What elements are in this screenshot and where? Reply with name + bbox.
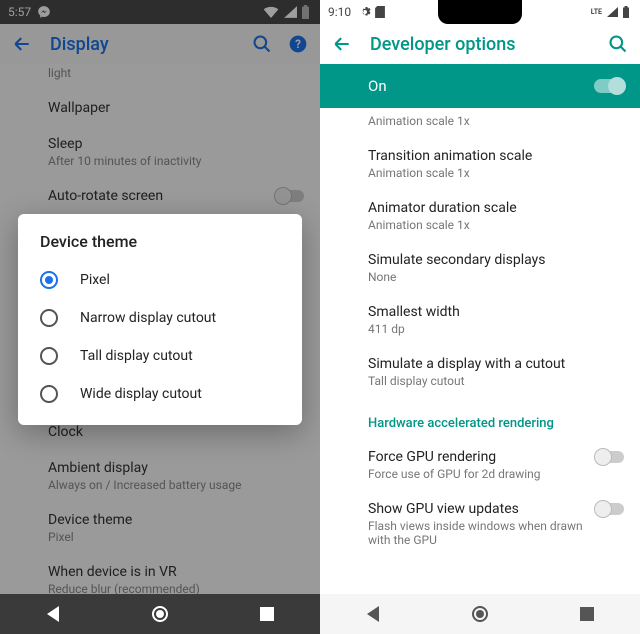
list-item-force-gpu[interactable]: Force GPU rendering Force use of GPU for… [320,439,640,491]
app-bar: Developer options [320,24,640,64]
gear-icon [359,6,371,18]
status-time: 9:10 [328,5,351,19]
nav-recents-button[interactable] [258,605,276,623]
toggle-switch[interactable] [596,451,624,463]
radio-option-narrow[interactable]: Narrow display cutout [18,299,302,337]
phone-right-developer-options: 9:10 LTE Developer options On Animation [320,0,640,634]
signal-icon [606,7,618,17]
master-toggle-bar[interactable]: On [320,64,640,108]
radio-icon [40,385,58,403]
list-item-animator-scale[interactable]: Animator duration scale Animation scale … [320,190,640,242]
navigation-bar [0,594,320,634]
nav-home-button[interactable] [151,605,169,623]
lte-label: LTE [591,8,602,16]
page-title: Developer options [370,34,608,55]
navigation-bar [320,594,640,634]
back-button[interactable] [332,34,352,54]
battery-icon [622,6,630,18]
nav-back-button[interactable] [44,605,62,623]
radio-icon [40,271,58,289]
list-item[interactable]: Animation scale 1x [320,108,640,138]
radio-option-tall[interactable]: Tall display cutout [18,337,302,375]
display-cutout [438,0,522,24]
radio-icon [40,347,58,365]
sd-card-icon [375,6,385,18]
radio-option-pixel[interactable]: Pixel [18,261,302,299]
list-item-secondary-displays[interactable]: Simulate secondary displays None [320,242,640,294]
dialog-title: Device theme [18,232,302,261]
nav-back-button[interactable] [364,605,382,623]
phone-left-display-settings: 5:57 Display ? light Wallpaper [0,0,320,634]
section-header-hw-rendering: Hardware accelerated rendering [320,398,640,439]
toggle-switch[interactable] [594,79,624,93]
list-item-gpu-view-updates[interactable]: Show GPU view updates Flash views inside… [320,491,640,557]
list-item-display-cutout[interactable]: Simulate a display with a cutout Tall di… [320,346,640,398]
nav-home-button[interactable] [471,605,489,623]
settings-list: Animation scale 1x Transition animation … [320,108,640,594]
toggle-switch[interactable] [596,503,624,515]
list-item-transition-scale[interactable]: Transition animation scale Animation sca… [320,138,640,190]
list-item-smallest-width[interactable]: Smallest width 411 dp [320,294,640,346]
device-theme-dialog: Device theme Pixel Narrow display cutout… [18,214,302,425]
radio-option-wide[interactable]: Wide display cutout [18,375,302,413]
radio-icon [40,309,58,327]
master-toggle-label: On [368,77,387,95]
nav-recents-button[interactable] [578,605,596,623]
search-icon[interactable] [608,34,628,54]
